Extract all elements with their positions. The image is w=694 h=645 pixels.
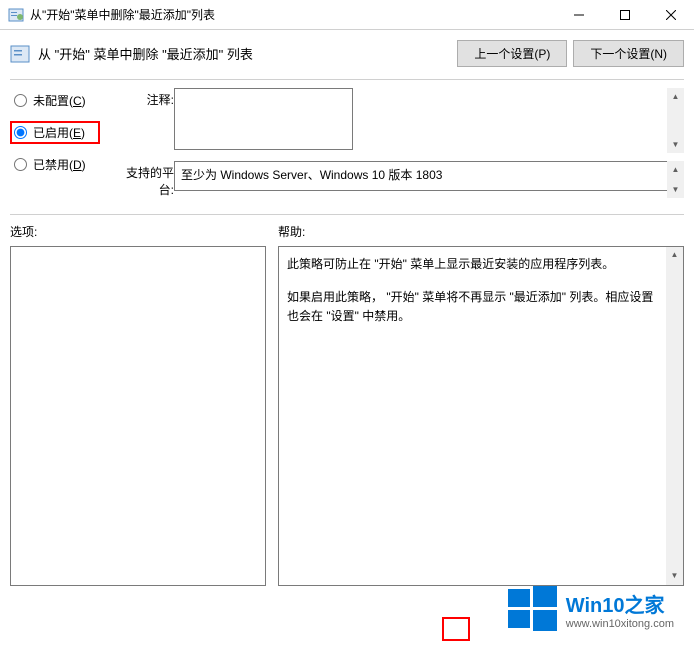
radio-enabled-input[interactable] bbox=[14, 126, 27, 139]
options-column: 选项: bbox=[10, 223, 266, 586]
platform-row: 支持的平台: 至少为 Windows Server、Windows 10 版本 … bbox=[112, 161, 684, 198]
window-controls bbox=[556, 0, 694, 30]
policy-icon bbox=[8, 7, 24, 23]
radio-enabled-label: 已启用(E) bbox=[33, 124, 85, 141]
help-box: 此策略可防止在 "开始" 菜单上显示最近安装的应用程序列表。 如果启用此策略， … bbox=[278, 246, 684, 586]
help-column: 帮助: 此策略可防止在 "开始" 菜单上显示最近安装的应用程序列表。 如果启用此… bbox=[278, 223, 684, 586]
close-button[interactable] bbox=[648, 0, 694, 30]
options-label: 选项: bbox=[10, 223, 266, 240]
minimize-button[interactable] bbox=[556, 0, 602, 30]
scroll-up-icon[interactable]: ▲ bbox=[667, 161, 684, 178]
content-area: 从 "开始" 菜单中删除 "最近添加" 列表 上一个设置(P) 下一个设置(N)… bbox=[0, 30, 694, 596]
watermark-brand: Win10之家 bbox=[566, 589, 674, 618]
radio-column: 未配置(C) 已启用(E) 已禁用(D) bbox=[10, 88, 100, 206]
divider bbox=[10, 214, 684, 215]
watermark: Win10之家 www.win10xitong.com bbox=[506, 583, 674, 635]
bottom-highlight-box bbox=[442, 617, 470, 641]
comment-scrollbar[interactable]: ▲ ▼ bbox=[667, 88, 684, 153]
help-label: 帮助: bbox=[278, 223, 684, 240]
windows-logo-icon bbox=[506, 583, 558, 635]
help-scrollbar[interactable]: ▲ ▼ bbox=[666, 247, 683, 585]
header-row: 从 "开始" 菜单中删除 "最近添加" 列表 上一个设置(P) 下一个设置(N) bbox=[10, 40, 684, 67]
scroll-up-icon[interactable]: ▲ bbox=[666, 247, 683, 264]
policy-title: 从 "开始" 菜单中删除 "最近添加" 列表 bbox=[38, 44, 451, 63]
titlebar: 从"开始"菜单中删除"最近添加"列表 bbox=[0, 0, 694, 30]
window-title: 从"开始"菜单中删除"最近添加"列表 bbox=[30, 6, 556, 23]
help-paragraph: 此策略可防止在 "开始" 菜单上显示最近安装的应用程序列表。 bbox=[287, 255, 663, 274]
scroll-down-icon[interactable]: ▼ bbox=[667, 181, 684, 198]
watermark-text: Win10之家 www.win10xitong.com bbox=[566, 589, 674, 630]
scroll-up-icon[interactable]: ▲ bbox=[667, 88, 684, 105]
radio-not-configured[interactable]: 未配置(C) bbox=[10, 90, 100, 111]
divider bbox=[10, 79, 684, 80]
maximize-button[interactable] bbox=[602, 0, 648, 30]
fields-column: 注释: ▲ ▼ 支持的平台: 至少为 Windows Server、Window… bbox=[112, 88, 684, 206]
comment-textarea[interactable] bbox=[174, 88, 353, 150]
radio-enabled[interactable]: 已启用(E) bbox=[10, 121, 100, 144]
next-setting-button[interactable]: 下一个设置(N) bbox=[573, 40, 684, 67]
platform-scrollbar[interactable]: ▲ ▼ bbox=[667, 161, 684, 198]
scroll-down-icon[interactable]: ▼ bbox=[667, 136, 684, 153]
lower-section: 选项: 帮助: 此策略可防止在 "开始" 菜单上显示最近安装的应用程序列表。 如… bbox=[10, 223, 684, 586]
radio-disabled-input[interactable] bbox=[14, 158, 27, 171]
comment-label: 注释: bbox=[112, 88, 174, 153]
platform-label: 支持的平台: bbox=[112, 161, 174, 198]
radio-not-configured-input[interactable] bbox=[14, 94, 27, 107]
options-box bbox=[10, 246, 266, 586]
help-paragraph: 如果启用此策略， "开始" 菜单将不再显示 "最近添加" 列表。相应设置也会在 … bbox=[287, 288, 663, 326]
config-section: 未配置(C) 已启用(E) 已禁用(D) 注释: ▲ ▼ bbox=[10, 88, 684, 206]
policy-header-icon bbox=[10, 44, 30, 64]
radio-disabled-label: 已禁用(D) bbox=[33, 156, 86, 173]
radio-not-configured-label: 未配置(C) bbox=[33, 92, 86, 109]
platform-value: 至少为 Windows Server、Windows 10 版本 1803 bbox=[181, 168, 442, 182]
watermark-url: www.win10xitong.com bbox=[566, 618, 674, 630]
radio-disabled[interactable]: 已禁用(D) bbox=[10, 154, 100, 175]
previous-setting-button[interactable]: 上一个设置(P) bbox=[457, 40, 567, 67]
comment-row: 注释: ▲ ▼ bbox=[112, 88, 684, 153]
platform-textbox: 至少为 Windows Server、Windows 10 版本 1803 bbox=[174, 161, 684, 191]
